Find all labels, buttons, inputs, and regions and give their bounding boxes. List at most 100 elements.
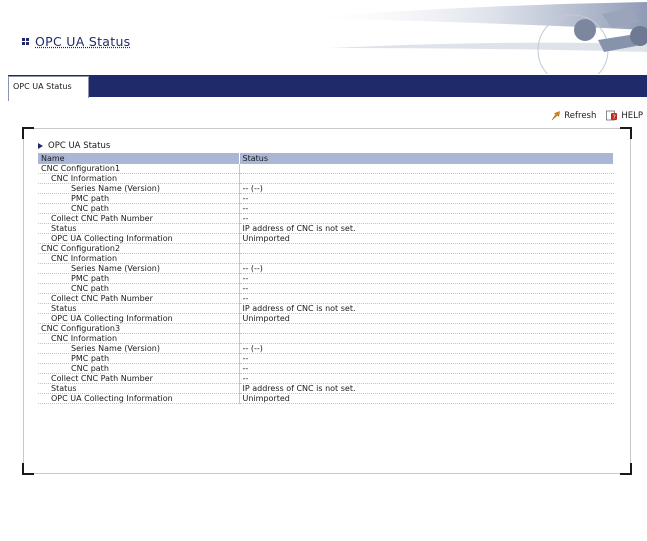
row-status-cell: Unimported	[239, 313, 614, 324]
help-label: HELP	[621, 110, 643, 121]
table-header-row: Name Status	[38, 153, 614, 164]
row-status-cell	[239, 164, 614, 174]
refresh-button[interactable]: Refresh	[551, 111, 596, 121]
row-status-cell	[239, 323, 614, 334]
table-row: Series Name (Version) -- (--)	[38, 263, 614, 274]
refresh-arrow-icon	[552, 110, 561, 120]
table-row: Collect CNC Path Number --	[38, 373, 614, 384]
row-status-cell: -- (--)	[239, 343, 614, 354]
status-panel: OPC UA Status Name Status CNC Configurat…	[22, 127, 632, 475]
row-status-cell: --	[239, 213, 614, 224]
row-name-cell: Series Name (Version)	[38, 263, 240, 274]
table-row: CNC Information	[38, 333, 614, 344]
table-row: CNC Information	[38, 253, 614, 264]
table-row: Collect CNC Path Number --	[38, 293, 614, 304]
table-row: CNC Configuration2	[38, 243, 614, 254]
row-name-cell: Status	[38, 303, 240, 314]
row-name-cell: PMC path	[38, 353, 240, 364]
page-title: OPC UA Status	[35, 34, 131, 49]
corner-bracket	[620, 463, 632, 475]
row-status-cell: --	[239, 273, 614, 284]
row-name-cell: CNC Information	[38, 333, 240, 344]
row-name-cell: PMC path	[38, 273, 240, 284]
help-button[interactable]: ? HELP	[606, 110, 643, 121]
tab-bar	[8, 75, 647, 97]
page-title-wrap: OPC UA Status	[22, 34, 130, 49]
toolbar: Refresh ? HELP	[541, 110, 643, 121]
row-name-cell: CNC path	[38, 363, 240, 374]
row-status-cell: IP address of CNC is not set.	[239, 383, 614, 394]
row-name-cell: CNC path	[38, 283, 240, 294]
row-name-cell: OPC UA Collecting Information	[38, 233, 240, 244]
row-status-cell: Unimported	[239, 393, 614, 404]
corner-bracket	[620, 127, 632, 139]
table-row: CNC path --	[38, 283, 614, 294]
row-name-cell: Collect CNC Path Number	[38, 293, 240, 304]
row-name-cell: Status	[38, 383, 240, 394]
table-row: OPC UA Collecting Information Unimported	[38, 393, 614, 404]
row-name-cell: Series Name (Version)	[38, 343, 240, 354]
row-name-cell: OPC UA Collecting Information	[38, 313, 240, 324]
tab-opc-ua-status[interactable]: OPC UA Status	[8, 76, 89, 98]
row-status-cell: -- (--)	[239, 263, 614, 274]
table-row: CNC Information	[38, 173, 614, 184]
row-status-cell: -- (--)	[239, 183, 614, 194]
row-name-cell: Series Name (Version)	[38, 183, 240, 194]
table-row: PMC path --	[38, 273, 614, 284]
corner-bracket	[22, 463, 34, 475]
table-row: Status IP address of CNC is not set.	[38, 223, 614, 234]
row-name-cell: Status	[38, 223, 240, 234]
row-status-cell: --	[239, 293, 614, 304]
section-title-label: OPC UA Status	[48, 141, 111, 151]
row-status-cell	[239, 173, 614, 184]
row-name-cell: Collect CNC Path Number	[38, 373, 240, 384]
panel-border	[630, 139, 631, 463]
row-name-cell: PMC path	[38, 193, 240, 204]
row-name-cell: Collect CNC Path Number	[38, 213, 240, 224]
row-name-cell: CNC Configuration1	[38, 164, 240, 174]
column-header-status: Status	[239, 153, 614, 164]
row-status-cell: Unimported	[239, 233, 614, 244]
corner-bracket	[22, 127, 34, 139]
row-status-cell	[239, 243, 614, 254]
table-row: PMC path --	[38, 353, 614, 364]
row-name-cell: CNC path	[38, 203, 240, 214]
row-status-cell: --	[239, 193, 614, 204]
row-status-cell: --	[239, 283, 614, 294]
triangle-bullet-icon	[38, 143, 43, 149]
table-row: PMC path --	[38, 193, 614, 204]
svg-text:?: ?	[613, 114, 616, 121]
table-row: CNC path --	[38, 203, 614, 214]
table-row: OPC UA Collecting Information Unimported	[38, 233, 614, 244]
table-row: CNC Configuration1	[38, 164, 614, 174]
row-name-cell: CNC Configuration3	[38, 323, 240, 334]
row-name-cell: CNC Information	[38, 173, 240, 184]
refresh-label: Refresh	[564, 110, 597, 121]
panel-border	[34, 128, 620, 129]
table-row: Collect CNC Path Number --	[38, 213, 614, 224]
table-row: CNC Configuration3	[38, 323, 614, 334]
help-book-icon: ?	[606, 110, 618, 121]
tab-divider	[8, 97, 9, 101]
row-status-cell: IP address of CNC is not set.	[239, 303, 614, 314]
header: OPC UA Status	[0, 0, 647, 74]
status-table: Name Status CNC Configuration1 CNC Inform…	[38, 153, 614, 404]
table-row: Status IP address of CNC is not set.	[38, 303, 614, 314]
row-name-cell: OPC UA Collecting Information	[38, 393, 240, 404]
section-title: OPC UA Status	[38, 141, 110, 151]
row-status-cell: IP address of CNC is not set.	[239, 223, 614, 234]
table-row: Series Name (Version) -- (--)	[38, 183, 614, 194]
table-row: CNC path --	[38, 363, 614, 374]
row-name-cell: CNC Configuration2	[38, 243, 240, 254]
row-status-cell	[239, 333, 614, 344]
row-name-cell: CNC Information	[38, 253, 240, 264]
row-status-cell: --	[239, 363, 614, 374]
table-row: Status IP address of CNC is not set.	[38, 383, 614, 394]
column-header-name: Name	[38, 153, 240, 164]
row-status-cell: --	[239, 353, 614, 364]
row-status-cell: --	[239, 373, 614, 384]
panel-border	[23, 139, 24, 463]
grid-bullet-icon	[22, 38, 29, 45]
row-status-cell: --	[239, 203, 614, 214]
table-row: Series Name (Version) -- (--)	[38, 343, 614, 354]
